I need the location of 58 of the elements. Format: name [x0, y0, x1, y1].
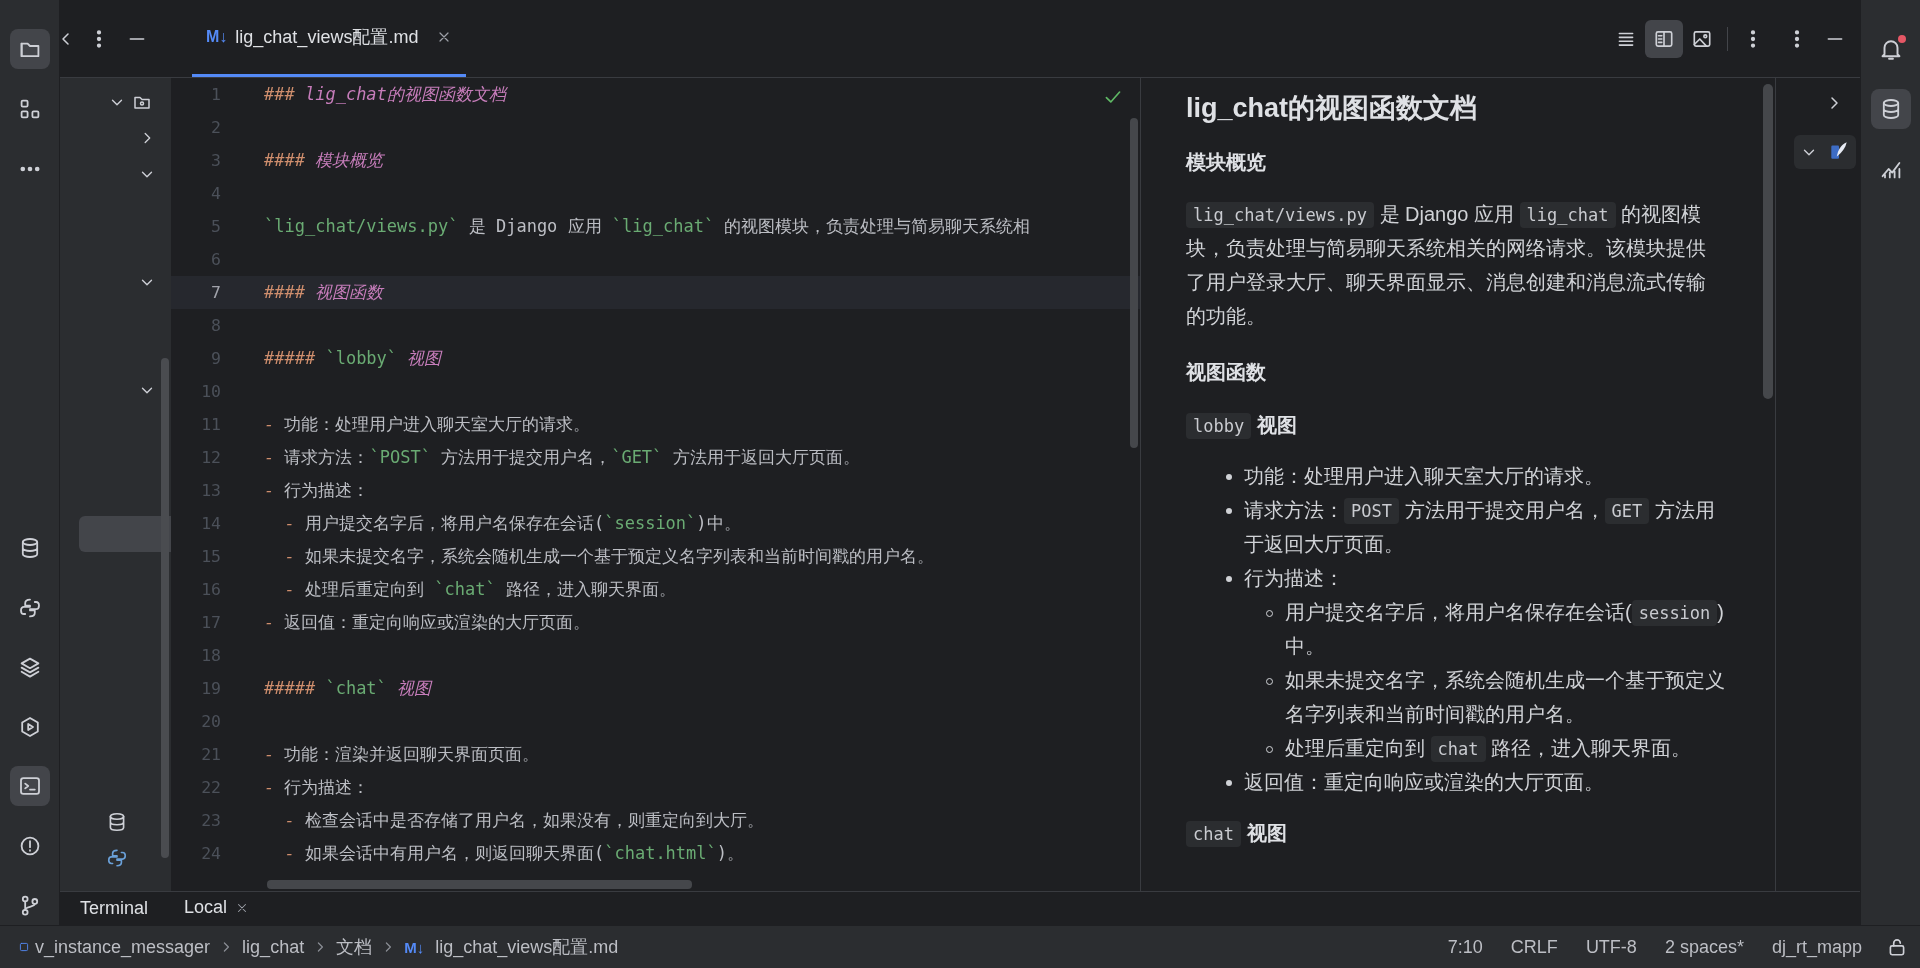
terminal-icon[interactable]: [9, 766, 50, 806]
code-line: - 功能：渲染并返回聊天界面页面。: [264, 743, 540, 766]
status-item[interactable]: CRLF: [1510, 936, 1558, 958]
list-item-text: 返回值：重定向响应或渲染的大厅页面。: [1244, 770, 1604, 795]
list-item-text: 请求方法： POST 方法用于提交用户名， GET 方法用于返回大厅页面。: [1244, 497, 1716, 557]
breadcrumb[interactable]: M↓ lig_chat_views配置.md: [404, 935, 619, 959]
snake-icon: [106, 847, 128, 869]
paragraph: lig_chat/views.py 是 Django 应用 lig_chat 的视图模块，负责处理与简易聊天系统相关的网络请求。该模块提供了用户登录大厅、聊天界面显示、消息创建和消息流式传输的功能。: [1186, 201, 1707, 329]
list-item-text: 用户提交名字后，将用户名保存在会话( session )中。: [1285, 599, 1725, 659]
code-line: ### lig_chat的视图函数文档: [264, 83, 506, 106]
breadcrumb[interactable]: lig_chat: [242, 936, 305, 958]
database-icon[interactable]: [1870, 89, 1911, 129]
status-item[interactable]: 2 spaces*: [1664, 936, 1744, 958]
code-line: - 处理后重定向到 `chat` 路径，进入聊天界面。: [283, 578, 676, 601]
code-line: - 检查会话中是否存储了用户名，如果没有，则重定向到大厅。: [283, 809, 764, 832]
code-line: - 返回值：重定向响应或渲染的大厅页面。: [264, 611, 591, 634]
subsection-heading: chat 视图: [1186, 815, 1725, 851]
status-item[interactable]: 7:10: [1447, 936, 1483, 958]
section-heading: 模块概览: [1186, 150, 1267, 175]
quill-icon: [1828, 139, 1850, 161]
code-line: - 用户提交名字后，将用户名保存在会话(`session`)中。: [283, 512, 741, 535]
code-line: ##### `lobby` 视图: [264, 347, 442, 370]
bullet-icon: [1226, 780, 1232, 786]
terminal-tab[interactable]: Local: [184, 893, 250, 924]
document-title: lig_chat的视图函数文档: [1186, 92, 1479, 125]
breadcrumb[interactable]: 文档: [336, 935, 373, 959]
subsection-heading: lobby 视图: [1186, 407, 1725, 443]
code-line: - 请求方法：`POST` 方法用于提交用户名，`GET` 方法用于返回大厅页面。: [264, 446, 860, 469]
scrollbar-thumb[interactable]: [1763, 84, 1773, 399]
breadcrumb[interactable]: v_instance_messager: [18, 936, 211, 958]
code-line: - 功能：处理用户进入聊天室大厅的请求。: [264, 413, 591, 436]
code-line: ##### `chat` 视图: [264, 677, 432, 700]
code-line: `lig_chat/views.py` 是 Django 应用 `lig_chat` 的视图模块，负责处理与简易聊天系统相: [264, 215, 1031, 238]
scrollbar-thumb[interactable]: [1130, 118, 1138, 448]
line-number: 7: [210, 283, 221, 302]
dropdown[interactable]: [1794, 135, 1856, 169]
list-item-text: 处理后重定向到 chat 路径，进入聊天界面。: [1285, 731, 1692, 765]
list-item-text: 如果未提交名字，系统会随机生成一个基于预定义名字列表和当前时间戳的用户名。: [1285, 668, 1725, 727]
scrollbar-thumb[interactable]: [267, 880, 692, 889]
bullet-icon: [1226, 576, 1232, 582]
status-item[interactable]: dj_rt_mapp: [1771, 936, 1862, 958]
section-heading: 视图函数: [1186, 360, 1267, 385]
code-line: - 如果未提交名字，系统会随机生成一个基于预定义名字列表和当前时间戳的用户名。: [283, 545, 934, 568]
code-line: #### 视图函数: [264, 281, 384, 304]
bullet-icon: [1226, 474, 1232, 480]
panel-title: Terminal: [80, 898, 149, 919]
code-line: - 行为描述：: [264, 776, 370, 799]
bullet-icon: [1226, 508, 1232, 514]
split-view-icon[interactable]: [1645, 19, 1683, 58]
code-line: #### 模块概览: [264, 149, 384, 172]
module-icon: [18, 941, 30, 953]
code-line: - 如果会话中有用户名，则返回聊天界面(`chat.html`)。: [283, 842, 745, 865]
folder-icon[interactable]: [9, 29, 50, 69]
list-item-text: 功能：处理用户进入聊天室大厅的请求。: [1244, 464, 1604, 489]
scrollbar-thumb[interactable]: [161, 358, 169, 858]
code-line: - 行为描述：: [264, 479, 370, 502]
status-item[interactable]: UTF-8: [1585, 936, 1637, 958]
list-item-text: 行为描述：: [1244, 566, 1344, 591]
